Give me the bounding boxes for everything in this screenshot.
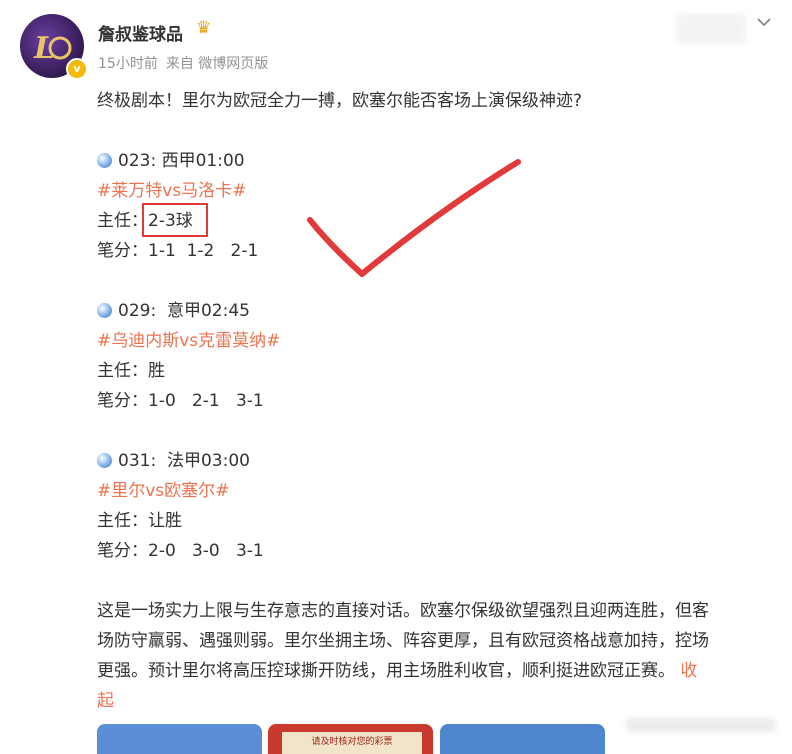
match-score: 笔分：2-0 3-0 3-1 [97,536,264,561]
match-code: 031: 法甲03:00 [97,446,250,471]
soccer-ball-icon [97,303,112,318]
match-code-text: 031: 法甲03:00 [118,451,250,471]
score-value: 1-0 2-1 3-1 [148,391,264,411]
match-code: 023: 西甲01:00 [97,146,245,171]
match-score: 笔分：1-0 2-1 3-1 [97,386,264,411]
match-pick: 主任：胜 [97,356,165,381]
post-source: 来自 微博网页版 [165,56,269,72]
pick-value: 让胜 [148,511,182,531]
match-topic-link[interactable]: #里尔vs欧塞尔# [97,476,229,501]
score-label: 笔分： [97,391,148,411]
match-code-text: 023: 西甲01:00 [118,151,245,171]
match-topic-link[interactable]: #乌迪内斯vs克雷莫纳# [97,326,280,351]
summary-text: 更强。预计里尔将高压控球撕开防线，用主场胜利收官，顺利挺进欧冠正赛。 [97,661,675,681]
chevron-down-icon[interactable] [756,14,772,30]
summary-line: 这是一场实力上限与生存意志的直接对话。欧塞尔保级欲望强烈且迎两连胜，但客 [97,601,709,621]
pick-label: 主任： [97,361,148,381]
thumbnail-caption: 请及时核对您的彩票 [282,732,422,754]
collapse-link[interactable]: 收 [680,661,697,681]
svg-text:L: L [33,31,55,66]
score-value: 2-0 3-0 3-1 [148,541,264,561]
score-label: 笔分： [97,541,148,561]
score-value: 1-1 1-2 2-1 [148,241,259,261]
summary-line: 场防守羸弱、遇强则弱。里尔坐拥主场、阵容更厚，且有欧冠资格战意加持，控场 [97,631,709,651]
collapse-link-continued[interactable]: 起 [97,686,114,711]
image-thumbnail[interactable] [97,724,262,754]
username[interactable]: 詹叔鉴球品 [98,20,183,45]
verified-badge-icon: v [66,58,88,80]
score-label: 笔分： [97,241,148,261]
match-code-text: 029: 意甲02:45 [118,301,250,321]
match-code: 029: 意甲02:45 [97,296,250,321]
image-thumbnail[interactable] [440,724,605,754]
red-highlight-box [142,203,208,237]
soccer-ball-icon [97,453,112,468]
match-pick: 主任：让胜 [97,506,182,531]
vip-crown-icon[interactable]: ♛ [196,18,211,38]
match-score: 笔分：1-1 1-2 2-1 [97,236,258,261]
post-meta: 15小时前 来自 微博网页版 [98,53,276,73]
blurred-watermark [626,718,776,732]
follow-button[interactable] [676,14,746,44]
check-mark-annotation [307,159,521,277]
post-headline: 终极剧本！里尔为欧冠全力一搏，欧塞尔能否客场上演保级神迹? [97,91,583,111]
match-topic-link[interactable]: #莱万特vs马洛卡# [97,176,246,201]
pick-value: 胜 [148,361,165,381]
pick-label: 主任： [97,511,148,531]
post-time[interactable]: 15小时前 [98,56,158,72]
summary-line: 更强。预计里尔将高压控球撕开防线，用主场胜利收官，顺利挺进欧冠正赛。 收 [97,656,697,681]
pick-label: 主任： [97,211,148,231]
image-thumbnail[interactable]: 请及时核对您的彩票 [268,724,433,754]
soccer-ball-icon [97,153,112,168]
